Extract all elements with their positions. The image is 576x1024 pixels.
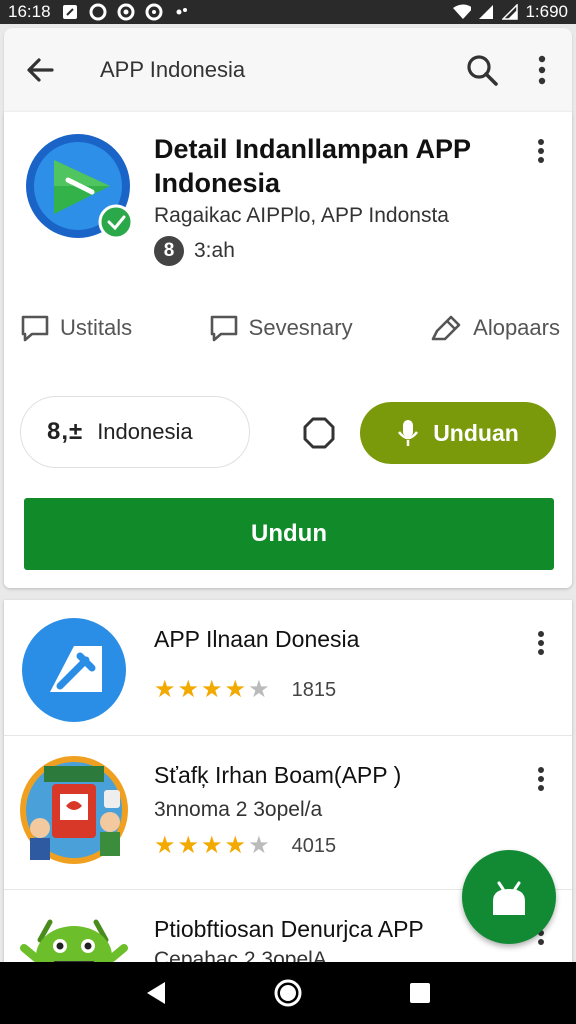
circle-icon — [89, 3, 107, 21]
star-icon: ★ — [154, 676, 176, 703]
rating-count: 4015 — [291, 834, 337, 857]
system-nav-bar — [0, 962, 576, 1024]
back-button[interactable] — [4, 28, 76, 112]
language-glyph: 8,± — [47, 418, 84, 445]
comment-icon — [210, 315, 237, 342]
list-item-title: APP Ilnaan Donesia — [154, 626, 360, 652]
star-empty-icon: ★ — [248, 676, 270, 703]
floating-action-button[interactable] — [462, 850, 556, 944]
age-rating: 8 3:ah — [154, 236, 235, 266]
star-icon: ★ — [201, 676, 223, 703]
star-icon: ★ — [224, 676, 247, 703]
nav-back-icon — [147, 982, 165, 1004]
rating-count: 1815 — [291, 678, 337, 701]
microphone-icon — [398, 420, 419, 446]
detail-actions: Ustitals Sevesnary Alopaars — [20, 308, 560, 348]
developer-name[interactable]: Ragaikac AIPPlo, APP Indonsta — [154, 204, 449, 228]
list-item-more-button[interactable] — [526, 628, 556, 658]
star-icon: ★ — [224, 832, 247, 859]
status-clock-right: 1:690 — [525, 2, 568, 21]
nav-recents-icon — [410, 983, 430, 1003]
language-chip[interactable]: 8,± Indonesia — [20, 396, 250, 468]
unduan-label: Unduan — [433, 419, 519, 446]
circle-icon — [145, 3, 163, 21]
status-bar: 16:18 1:690 — [0, 0, 576, 24]
star-icon: ★ — [177, 832, 200, 859]
star-icon: ★ — [177, 676, 200, 703]
search-button[interactable] — [452, 28, 512, 112]
action-label: Sevesnary — [248, 315, 353, 340]
badge-outline-icon[interactable] — [302, 416, 336, 450]
edit-pen-icon — [431, 315, 461, 341]
list-item-subtitle: 3nnoma 2 3opel/a — [154, 798, 323, 821]
comment-icon — [21, 315, 49, 342]
arrow-left-icon — [27, 58, 54, 82]
app-title: Detail Indanllampan APP Indonesia — [154, 134, 471, 198]
more-vert-icon — [538, 139, 544, 163]
status-time: 16:18 — [8, 2, 51, 21]
android-bag-icon — [493, 881, 525, 915]
star-icon: ★ — [201, 832, 223, 859]
age-rating-badge: 8 — [154, 236, 184, 266]
nav-back-button[interactable] — [136, 973, 176, 1013]
nav-home-button[interactable] — [268, 973, 308, 1013]
language-label: Indonesia — [97, 419, 193, 444]
app-icon — [24, 132, 134, 240]
shop-illustration-icon — [20, 756, 128, 864]
star-icon: ★ — [154, 832, 176, 859]
overflow-menu-button[interactable] — [512, 28, 572, 112]
search-icon — [467, 55, 498, 86]
nav-recents-button[interactable] — [400, 973, 440, 1013]
detail-more-button[interactable] — [526, 136, 556, 166]
circle-icon — [117, 3, 135, 21]
action-label: Ustitals — [60, 315, 133, 340]
rating-stars: ★ ★ ★ ★ ★ 4015 — [154, 834, 336, 858]
rating-stars: ★ ★ ★ ★ ★ 1815 — [154, 678, 336, 702]
list-item-more-button[interactable] — [526, 764, 556, 794]
action-label: Alopaars — [473, 315, 560, 340]
android-robot-icon — [20, 900, 128, 964]
action-alopaars[interactable]: Alopaars — [429, 313, 560, 343]
toolbar-title: APP Indonesia — [100, 57, 246, 82]
wifi-icon — [453, 3, 472, 21]
more-vert-icon — [538, 767, 544, 791]
notification-icon — [61, 3, 79, 21]
nav-home-icon — [274, 979, 302, 1007]
more-vert-icon — [538, 55, 546, 85]
more-vert-icon — [538, 631, 544, 655]
cell-signal-icon — [477, 3, 495, 21]
signal-dot-icon — [173, 3, 191, 21]
star-empty-icon: ★ — [248, 832, 270, 859]
app-detail-card: Detail Indanllampan APP Indonesia Ragaik… — [4, 112, 572, 588]
unduan-button[interactable]: Unduan — [360, 402, 556, 464]
cell-signal-icon — [501, 3, 519, 21]
list-item[interactable]: APP Ilnaan Donesia ★ ★ ★ ★ ★ 1815 — [4, 600, 572, 736]
action-sevesnary[interactable]: Sevesnary — [209, 313, 353, 343]
action-ustitals[interactable]: Ustitals — [20, 313, 132, 343]
undun-button[interactable]: Undun — [24, 498, 554, 570]
age-rating-label: 3:ah — [194, 239, 235, 262]
blue-app-icon — [20, 616, 128, 724]
list-item-title: Ptiobftiosan Denurjca APP — [154, 916, 424, 942]
app-toolbar: APP Indonesia — [4, 28, 572, 112]
list-item-title: Sťafķ Irhan Boam(APP ) — [154, 762, 402, 788]
